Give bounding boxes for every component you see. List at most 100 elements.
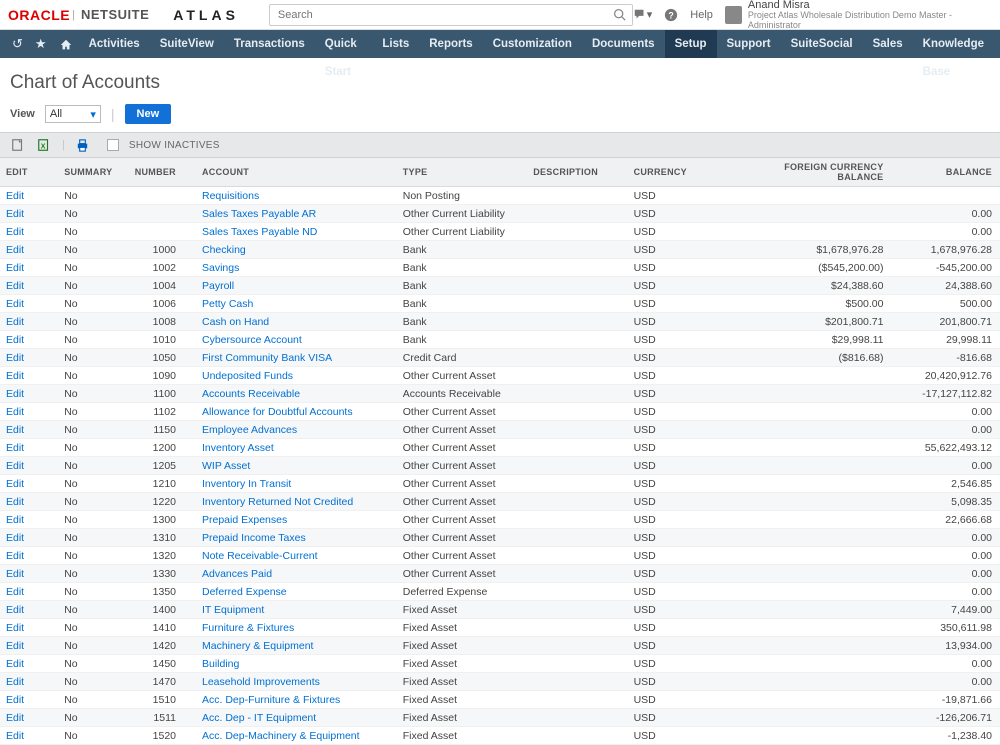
account-link[interactable]: Payroll — [202, 280, 234, 292]
nav-item-customization[interactable]: Customization — [483, 30, 582, 58]
edit-link[interactable]: Edit — [6, 568, 24, 580]
edit-link[interactable]: Edit — [6, 352, 24, 364]
header-type[interactable]: TYPE — [397, 158, 527, 187]
edit-link[interactable]: Edit — [6, 694, 24, 706]
edit-link[interactable]: Edit — [6, 370, 24, 382]
edit-link[interactable]: Edit — [6, 442, 24, 454]
account-link[interactable]: Acc. Dep-Furniture & Fixtures — [202, 694, 340, 706]
account-link[interactable]: Prepaid Income Taxes — [202, 532, 306, 544]
user-block[interactable]: Anand Misra Project Atlas Wholesale Dist… — [725, 0, 992, 30]
edit-link[interactable]: Edit — [6, 586, 24, 598]
account-link[interactable]: Checking — [202, 244, 246, 256]
edit-link[interactable]: Edit — [6, 532, 24, 544]
account-link[interactable]: IT Equipment — [202, 604, 264, 616]
edit-link[interactable]: Edit — [6, 262, 24, 274]
account-link[interactable]: Leasehold Improvements — [202, 676, 320, 688]
account-link[interactable]: Accounts Receivable — [202, 388, 300, 400]
edit-link[interactable]: Edit — [6, 280, 24, 292]
account-link[interactable]: Deferred Expense — [202, 586, 287, 598]
view-select[interactable]: All ▾ — [45, 105, 101, 123]
help-icon[interactable]: ? — [664, 8, 678, 22]
account-link[interactable]: Prepaid Expenses — [202, 514, 287, 526]
edit-link[interactable]: Edit — [6, 640, 24, 652]
account-link[interactable]: Inventory In Transit — [202, 478, 291, 490]
help-link[interactable]: Help — [690, 9, 713, 21]
account-link[interactable]: Cash on Hand — [202, 316, 269, 328]
feedback-icon[interactable]: ▾ — [633, 8, 653, 22]
account-link[interactable]: Requisitions — [202, 190, 259, 202]
account-link[interactable]: Sales Taxes Payable AR — [202, 208, 316, 220]
header-currency[interactable]: CURRENCY — [628, 158, 754, 187]
header-balance[interactable]: BALANCE — [890, 158, 1000, 187]
account-link[interactable]: WIP Asset — [202, 460, 250, 472]
account-link[interactable]: Cybersource Account — [202, 334, 302, 346]
header-description[interactable]: DESCRIPTION — [527, 158, 627, 187]
nav-item-documents[interactable]: Documents — [582, 30, 665, 58]
edit-link[interactable]: Edit — [6, 316, 24, 328]
account-link[interactable]: Petty Cash — [202, 298, 253, 310]
nav-item-activities[interactable]: Activities — [79, 30, 150, 58]
edit-link[interactable]: Edit — [6, 244, 24, 256]
edit-link[interactable]: Edit — [6, 388, 24, 400]
show-inactives-checkbox[interactable] — [107, 139, 119, 151]
account-link[interactable]: Machinery & Equipment — [202, 640, 313, 652]
nav-item-sales[interactable]: Sales — [863, 30, 913, 58]
header-fcb[interactable]: FOREIGN CURRENCY BALANCE — [754, 158, 889, 187]
account-link[interactable]: Undeposited Funds — [202, 370, 293, 382]
account-link[interactable]: Savings — [202, 262, 239, 274]
account-link[interactable]: Acc. Dep-Machinery & Equipment — [202, 730, 360, 742]
star-icon[interactable]: ★ — [35, 36, 47, 52]
print-icon[interactable] — [75, 137, 91, 153]
edit-link[interactable]: Edit — [6, 550, 24, 562]
account-link[interactable]: Furniture & Fixtures — [202, 622, 294, 634]
header-account[interactable]: ACCOUNT — [196, 158, 397, 187]
account-link[interactable]: Advances Paid — [202, 568, 272, 580]
edit-link[interactable]: Edit — [6, 190, 24, 202]
edit-link[interactable]: Edit — [6, 424, 24, 436]
edit-link[interactable]: Edit — [6, 730, 24, 742]
edit-link[interactable]: Edit — [6, 712, 24, 724]
account-link[interactable]: First Community Bank VISA — [202, 352, 332, 364]
search-box[interactable] — [269, 4, 633, 26]
header-number[interactable]: NUMBER — [128, 158, 196, 187]
account-link[interactable]: Sales Taxes Payable ND — [202, 226, 317, 238]
edit-link[interactable]: Edit — [6, 676, 24, 688]
account-link[interactable]: Inventory Returned Not Credited — [202, 496, 353, 508]
edit-link[interactable]: Edit — [6, 604, 24, 616]
edit-link[interactable]: Edit — [6, 406, 24, 418]
account-link[interactable]: Note Receivable-Current — [202, 550, 318, 562]
account-link[interactable]: Building — [202, 658, 239, 670]
nav-item-suiteview[interactable]: SuiteView — [150, 30, 224, 58]
history-icon[interactable]: ↺ — [12, 36, 23, 52]
excel-export-icon[interactable]: X — [36, 137, 52, 153]
nav-item-support[interactable]: Support — [717, 30, 781, 58]
edit-link[interactable]: Edit — [6, 208, 24, 220]
edit-link[interactable]: Edit — [6, 298, 24, 310]
nav-item-suitesocial[interactable]: SuiteSocial — [781, 30, 863, 58]
edit-link[interactable]: Edit — [6, 514, 24, 526]
header-edit[interactable]: EDIT — [0, 158, 58, 187]
new-button[interactable]: New — [125, 104, 172, 124]
csv-export-icon[interactable] — [10, 137, 26, 153]
edit-link[interactable]: Edit — [6, 460, 24, 472]
edit-link[interactable]: Edit — [6, 658, 24, 670]
nav-item-quick-start[interactable]: Quick Start — [315, 30, 373, 58]
edit-link[interactable]: Edit — [6, 496, 24, 508]
account-link[interactable]: Employee Advances — [202, 424, 297, 436]
nav-item-setup[interactable]: Setup — [665, 30, 717, 58]
header-summary[interactable]: SUMMARY — [58, 158, 128, 187]
search-icon[interactable] — [608, 8, 632, 21]
nav-item-reports[interactable]: Reports — [419, 30, 482, 58]
search-input[interactable] — [270, 9, 608, 21]
edit-link[interactable]: Edit — [6, 478, 24, 490]
nav-item-transactions[interactable]: Transactions — [224, 30, 315, 58]
edit-link[interactable]: Edit — [6, 622, 24, 634]
account-link[interactable]: Acc. Dep - IT Equipment — [202, 712, 316, 724]
edit-link[interactable]: Edit — [6, 334, 24, 346]
edit-link[interactable]: Edit — [6, 226, 24, 238]
home-icon[interactable] — [59, 36, 73, 52]
account-link[interactable]: Inventory Asset — [202, 442, 274, 454]
nav-item-lists[interactable]: Lists — [372, 30, 419, 58]
account-link[interactable]: Allowance for Doubtful Accounts — [202, 406, 353, 418]
nav-item-knowledge-base[interactable]: Knowledge Base — [913, 30, 994, 58]
